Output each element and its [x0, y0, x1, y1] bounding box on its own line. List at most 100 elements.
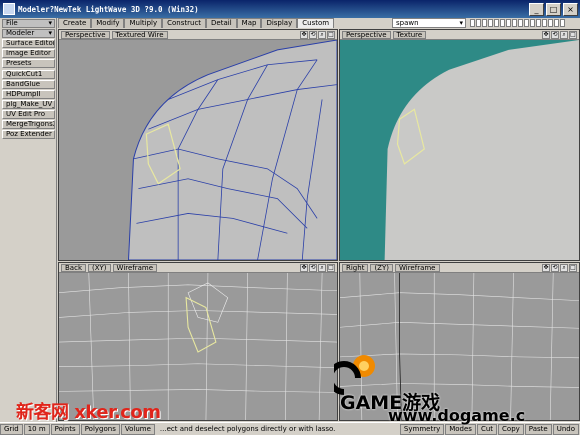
- zoom-icon[interactable]: ⌕: [560, 264, 568, 272]
- axis-label: (XY): [88, 263, 111, 272]
- app-icon: [3, 3, 15, 15]
- move-icon[interactable]: ✥: [300, 264, 308, 272]
- plugin-quickcut[interactable]: QuickCut1: [2, 70, 55, 79]
- layer-swatch[interactable]: [470, 19, 475, 27]
- viewport-header: Perspective Texture ✥ ⟲ ⌕ □: [340, 30, 579, 40]
- viewport-header: Right (ZY) Wireframe ✥ ⟲ ⌕ □: [340, 263, 579, 273]
- tab-map[interactable]: Map: [236, 18, 262, 28]
- render-mode-select[interactable]: Wireframe: [112, 263, 158, 272]
- symmetry-toggle[interactable]: Symmetry: [399, 423, 445, 435]
- axis-label: (ZY): [370, 263, 393, 272]
- plugin-mergetrigons[interactable]: MergeTrigonsX: [2, 120, 55, 129]
- shoulder-textured-model: [340, 40, 579, 260]
- tab-construct[interactable]: Construct: [162, 18, 207, 28]
- viewport-canvas[interactable]: [340, 40, 579, 260]
- layer-swatch[interactable]: [548, 19, 553, 27]
- zoom-icon[interactable]: ⌕: [318, 264, 326, 272]
- layer-swatch[interactable]: [554, 19, 559, 27]
- file-menu[interactable]: File ▾: [2, 19, 55, 28]
- maximize-button[interactable]: □: [546, 2, 561, 16]
- render-mode-select[interactable]: Texture: [392, 30, 427, 39]
- tab-multiply[interactable]: Multiply: [124, 18, 163, 28]
- shoulder-wireframe-model: [59, 40, 337, 260]
- points-mode-button[interactable]: Points: [50, 423, 80, 435]
- render-mode-select[interactable]: Textured Wire: [111, 30, 168, 39]
- viewport-canvas[interactable]: [59, 40, 337, 260]
- rotate-icon[interactable]: ⟲: [309, 264, 317, 272]
- viewport-controls: ✥ ⟲ ⌕ □: [541, 264, 577, 272]
- modeler-menu[interactable]: Modeler ▾: [2, 29, 55, 38]
- layer-swatches: [470, 19, 566, 27]
- paste-button[interactable]: Paste: [524, 423, 552, 435]
- maximize-viewport-icon[interactable]: □: [327, 31, 335, 39]
- tab-custom[interactable]: Custom: [297, 18, 335, 28]
- lightwave-modeler-window: { "window": {"title": "Modeler?NewTek Li…: [0, 0, 580, 435]
- modes-button[interactable]: Modes: [445, 423, 476, 435]
- view-type-select[interactable]: Perspective: [342, 30, 391, 39]
- modeler-menu-label: Modeler: [6, 29, 35, 37]
- surface-editor-button[interactable]: Surface Editor: [2, 39, 55, 48]
- tab-detail[interactable]: Detail: [206, 18, 237, 28]
- tab-modify[interactable]: Modify: [91, 18, 125, 28]
- layer-swatch[interactable]: [560, 19, 565, 27]
- viewport-header: Perspective Textured Wire ✥ ⟲ ⌕ □: [59, 30, 337, 40]
- view-type-select[interactable]: Perspective: [61, 30, 110, 39]
- layer-swatch[interactable]: [482, 19, 487, 27]
- undo-button[interactable]: Undo: [552, 423, 579, 435]
- layer-swatch[interactable]: [524, 19, 529, 27]
- render-mode-select[interactable]: Wireframe: [394, 263, 440, 272]
- layer-swatch[interactable]: [536, 19, 541, 27]
- layer-swatch[interactable]: [512, 19, 517, 27]
- zoom-icon[interactable]: ⌕: [560, 31, 568, 39]
- move-icon[interactable]: ✥: [542, 264, 550, 272]
- move-icon[interactable]: ✥: [300, 31, 308, 39]
- tab-display[interactable]: Display: [261, 18, 298, 28]
- view-type-select[interactable]: Right: [342, 263, 369, 272]
- image-editor-button[interactable]: Image Editor: [2, 49, 55, 58]
- maximize-viewport-icon[interactable]: □: [327, 264, 335, 272]
- move-icon[interactable]: ✥: [542, 31, 550, 39]
- viewport-top-left[interactable]: Perspective Textured Wire ✥ ⟲ ⌕ □: [58, 29, 338, 261]
- cut-button[interactable]: Cut: [476, 423, 498, 435]
- maximize-viewport-icon[interactable]: □: [569, 31, 577, 39]
- polygons-mode-button[interactable]: Polygons: [80, 423, 120, 435]
- volume-mode-button[interactable]: Volume: [120, 423, 155, 435]
- toolbar-tabs: Create Modify Multiply Construct Detail …: [58, 18, 335, 28]
- layer-swatch[interactable]: [542, 19, 547, 27]
- watermark-dogame-url: www.dogame.c: [388, 406, 526, 425]
- layer-swatch[interactable]: [530, 19, 535, 27]
- minimize-button[interactable]: _: [529, 2, 544, 16]
- object-layer-select[interactable]: spawn ▾: [392, 18, 466, 28]
- plugin-poz-extender[interactable]: Poz Extender: [2, 130, 55, 139]
- maximize-viewport-icon[interactable]: □: [569, 264, 577, 272]
- zoom-icon[interactable]: ⌕: [318, 31, 326, 39]
- layer-swatch[interactable]: [506, 19, 511, 27]
- object-name: spawn: [396, 19, 419, 27]
- layer-swatch[interactable]: [488, 19, 493, 27]
- chevron-down-icon: ▾: [48, 19, 52, 27]
- layer-swatch[interactable]: [500, 19, 505, 27]
- window-title: Modeler?NewTek LightWave 3D ?9.0 (Win32): [18, 4, 199, 14]
- rotate-icon[interactable]: ⟲: [309, 31, 317, 39]
- grid-label: Grid: [0, 423, 23, 435]
- close-button[interactable]: ×: [563, 2, 578, 16]
- chevron-down-icon: ▾: [48, 29, 52, 37]
- title-bar: Modeler?NewTek LightWave 3D ?9.0 (Win32)…: [0, 0, 580, 18]
- copy-button[interactable]: Copy: [498, 423, 524, 435]
- layer-swatch[interactable]: [518, 19, 523, 27]
- layer-swatch[interactable]: [476, 19, 481, 27]
- help-text: ...ect and deselect polygons directly or…: [159, 425, 336, 433]
- view-type-select[interactable]: Back: [61, 263, 86, 272]
- viewport-top-right[interactable]: Perspective Texture ✥ ⟲ ⌕ □: [339, 29, 580, 261]
- file-menu-label: File: [6, 19, 18, 27]
- plugin-uv-edit-pro[interactable]: UV Edit Pro: [2, 110, 55, 119]
- tab-create[interactable]: Create: [58, 18, 92, 28]
- sidebar: File ▾ Modeler ▾ Surface Editor Image Edit…: [0, 18, 57, 422]
- plugin-bandglue[interactable]: BandGlue: [2, 80, 55, 89]
- plugin-hdpump[interactable]: HDPumpII: [2, 90, 55, 99]
- plugin-make-uv[interactable]: plg_Make_UV_: [2, 100, 55, 109]
- rotate-icon[interactable]: ⟲: [551, 264, 559, 272]
- layer-swatch[interactable]: [494, 19, 499, 27]
- presets-button[interactable]: Presets: [2, 59, 55, 68]
- rotate-icon[interactable]: ⟲: [551, 31, 559, 39]
